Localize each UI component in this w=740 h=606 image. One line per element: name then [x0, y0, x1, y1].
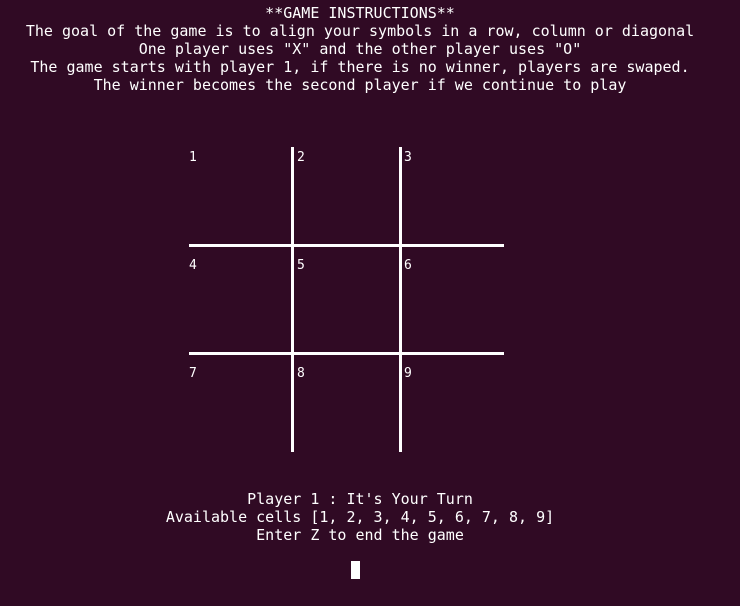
grid-vertical-line-2 — [399, 147, 402, 452]
board-cell-5: 5 — [297, 258, 305, 273]
exit-hint: Enter Z to end the game — [256, 526, 464, 544]
grid-vertical-line-1 — [291, 147, 294, 452]
turn-status: Player 1 : It's Your Turn — [247, 490, 473, 508]
board-cell-8: 8 — [297, 366, 305, 381]
terminal-input-cursor[interactable] — [351, 561, 360, 579]
board-cell-7: 7 — [189, 366, 197, 381]
board-cell-2: 2 — [297, 150, 305, 165]
board-cell-1: 1 — [189, 150, 197, 165]
board-cell-9: 9 — [404, 366, 412, 381]
board-cell-6: 6 — [404, 258, 412, 273]
board-cell-4: 4 — [189, 258, 197, 273]
grid-horizontal-line-1 — [189, 244, 504, 247]
available-cells: Available cells [1, 2, 3, 4, 5, 6, 7, 8,… — [165, 508, 555, 526]
board-cell-3: 3 — [404, 150, 412, 165]
grid-horizontal-line-2 — [189, 352, 504, 355]
